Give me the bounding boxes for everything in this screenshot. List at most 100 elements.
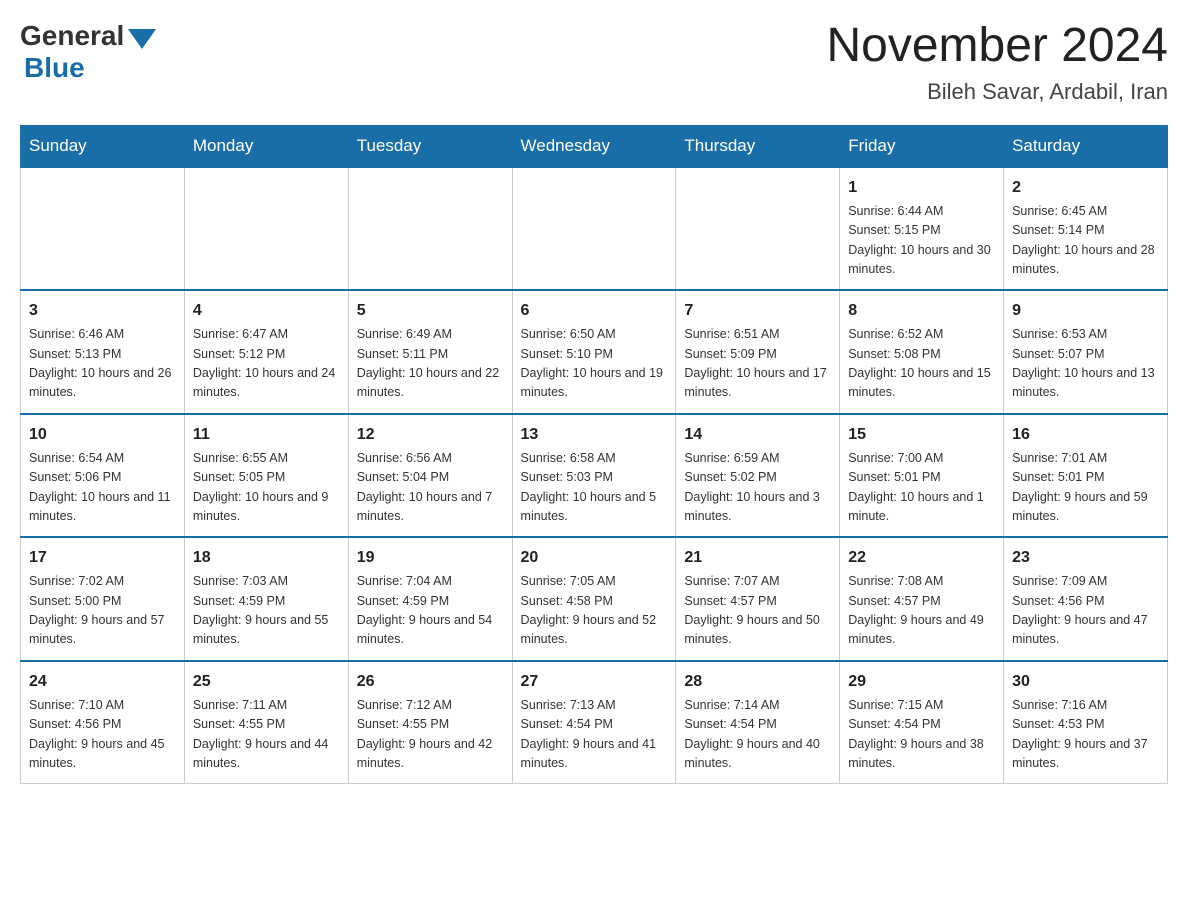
day-info: Sunrise: 6:50 AMSunset: 5:10 PMDaylight:… bbox=[521, 325, 668, 403]
calendar-cell: 27Sunrise: 7:13 AMSunset: 4:54 PMDayligh… bbox=[512, 661, 676, 784]
day-number: 20 bbox=[521, 546, 668, 570]
day-info: Sunrise: 7:09 AMSunset: 4:56 PMDaylight:… bbox=[1012, 572, 1159, 650]
calendar-cell: 1Sunrise: 6:44 AMSunset: 5:15 PMDaylight… bbox=[840, 167, 1004, 291]
day-info: Sunrise: 6:52 AMSunset: 5:08 PMDaylight:… bbox=[848, 325, 995, 403]
weekday-header-tuesday: Tuesday bbox=[348, 125, 512, 167]
day-number: 27 bbox=[521, 670, 668, 694]
day-info: Sunrise: 7:01 AMSunset: 5:01 PMDaylight:… bbox=[1012, 449, 1159, 527]
calendar-row-1: 1Sunrise: 6:44 AMSunset: 5:15 PMDaylight… bbox=[21, 167, 1168, 291]
day-info: Sunrise: 7:08 AMSunset: 4:57 PMDaylight:… bbox=[848, 572, 995, 650]
logo: General Blue bbox=[20, 20, 156, 84]
day-info: Sunrise: 7:07 AMSunset: 4:57 PMDaylight:… bbox=[684, 572, 831, 650]
day-number: 10 bbox=[29, 423, 176, 447]
day-number: 8 bbox=[848, 299, 995, 323]
calendar-cell: 30Sunrise: 7:16 AMSunset: 4:53 PMDayligh… bbox=[1004, 661, 1168, 784]
weekday-header-friday: Friday bbox=[840, 125, 1004, 167]
calendar-cell: 22Sunrise: 7:08 AMSunset: 4:57 PMDayligh… bbox=[840, 537, 1004, 661]
day-info: Sunrise: 7:10 AMSunset: 4:56 PMDaylight:… bbox=[29, 696, 176, 774]
weekday-header-monday: Monday bbox=[184, 125, 348, 167]
day-number: 15 bbox=[848, 423, 995, 447]
calendar-cell: 26Sunrise: 7:12 AMSunset: 4:55 PMDayligh… bbox=[348, 661, 512, 784]
calendar-cell: 11Sunrise: 6:55 AMSunset: 5:05 PMDayligh… bbox=[184, 414, 348, 538]
day-info: Sunrise: 6:45 AMSunset: 5:14 PMDaylight:… bbox=[1012, 202, 1159, 280]
day-info: Sunrise: 7:02 AMSunset: 5:00 PMDaylight:… bbox=[29, 572, 176, 650]
calendar-cell: 29Sunrise: 7:15 AMSunset: 4:54 PMDayligh… bbox=[840, 661, 1004, 784]
day-info: Sunrise: 6:47 AMSunset: 5:12 PMDaylight:… bbox=[193, 325, 340, 403]
day-info: Sunrise: 6:44 AMSunset: 5:15 PMDaylight:… bbox=[848, 202, 995, 280]
day-info: Sunrise: 7:03 AMSunset: 4:59 PMDaylight:… bbox=[193, 572, 340, 650]
day-number: 18 bbox=[193, 546, 340, 570]
day-info: Sunrise: 6:49 AMSunset: 5:11 PMDaylight:… bbox=[357, 325, 504, 403]
day-info: Sunrise: 7:05 AMSunset: 4:58 PMDaylight:… bbox=[521, 572, 668, 650]
calendar-cell: 18Sunrise: 7:03 AMSunset: 4:59 PMDayligh… bbox=[184, 537, 348, 661]
day-info: Sunrise: 7:14 AMSunset: 4:54 PMDaylight:… bbox=[684, 696, 831, 774]
weekday-header-sunday: Sunday bbox=[21, 125, 185, 167]
calendar-cell: 23Sunrise: 7:09 AMSunset: 4:56 PMDayligh… bbox=[1004, 537, 1168, 661]
day-info: Sunrise: 6:59 AMSunset: 5:02 PMDaylight:… bbox=[684, 449, 831, 527]
calendar-cell: 7Sunrise: 6:51 AMSunset: 5:09 PMDaylight… bbox=[676, 290, 840, 414]
logo-general-text: General bbox=[20, 20, 124, 52]
day-number: 19 bbox=[357, 546, 504, 570]
day-info: Sunrise: 6:53 AMSunset: 5:07 PMDaylight:… bbox=[1012, 325, 1159, 403]
day-number: 4 bbox=[193, 299, 340, 323]
calendar-cell: 20Sunrise: 7:05 AMSunset: 4:58 PMDayligh… bbox=[512, 537, 676, 661]
title-section: November 2024 Bileh Savar, Ardabil, Iran bbox=[826, 20, 1168, 105]
day-number: 30 bbox=[1012, 670, 1159, 694]
day-number: 2 bbox=[1012, 176, 1159, 200]
day-number: 1 bbox=[848, 176, 995, 200]
month-title: November 2024 bbox=[826, 20, 1168, 73]
day-info: Sunrise: 6:54 AMSunset: 5:06 PMDaylight:… bbox=[29, 449, 176, 527]
day-number: 26 bbox=[357, 670, 504, 694]
calendar-cell: 25Sunrise: 7:11 AMSunset: 4:55 PMDayligh… bbox=[184, 661, 348, 784]
day-number: 29 bbox=[848, 670, 995, 694]
day-info: Sunrise: 6:55 AMSunset: 5:05 PMDaylight:… bbox=[193, 449, 340, 527]
page-header: General Blue November 2024 Bileh Savar, … bbox=[20, 20, 1168, 105]
calendar-row-2: 3Sunrise: 6:46 AMSunset: 5:13 PMDaylight… bbox=[21, 290, 1168, 414]
day-info: Sunrise: 6:56 AMSunset: 5:04 PMDaylight:… bbox=[357, 449, 504, 527]
weekday-header-wednesday: Wednesday bbox=[512, 125, 676, 167]
day-number: 21 bbox=[684, 546, 831, 570]
calendar-cell: 9Sunrise: 6:53 AMSunset: 5:07 PMDaylight… bbox=[1004, 290, 1168, 414]
day-info: Sunrise: 7:11 AMSunset: 4:55 PMDaylight:… bbox=[193, 696, 340, 774]
day-info: Sunrise: 7:12 AMSunset: 4:55 PMDaylight:… bbox=[357, 696, 504, 774]
calendar-cell: 6Sunrise: 6:50 AMSunset: 5:10 PMDaylight… bbox=[512, 290, 676, 414]
calendar-cell: 15Sunrise: 7:00 AMSunset: 5:01 PMDayligh… bbox=[840, 414, 1004, 538]
calendar-cell: 4Sunrise: 6:47 AMSunset: 5:12 PMDaylight… bbox=[184, 290, 348, 414]
calendar-cell: 2Sunrise: 6:45 AMSunset: 5:14 PMDaylight… bbox=[1004, 167, 1168, 291]
logo-blue-text: Blue bbox=[24, 52, 85, 84]
calendar-cell: 21Sunrise: 7:07 AMSunset: 4:57 PMDayligh… bbox=[676, 537, 840, 661]
day-number: 13 bbox=[521, 423, 668, 447]
day-number: 14 bbox=[684, 423, 831, 447]
weekday-header-saturday: Saturday bbox=[1004, 125, 1168, 167]
day-number: 12 bbox=[357, 423, 504, 447]
calendar-cell bbox=[184, 167, 348, 291]
day-number: 28 bbox=[684, 670, 831, 694]
calendar-cell: 17Sunrise: 7:02 AMSunset: 5:00 PMDayligh… bbox=[21, 537, 185, 661]
calendar-row-4: 17Sunrise: 7:02 AMSunset: 5:00 PMDayligh… bbox=[21, 537, 1168, 661]
day-info: Sunrise: 6:58 AMSunset: 5:03 PMDaylight:… bbox=[521, 449, 668, 527]
day-info: Sunrise: 7:15 AMSunset: 4:54 PMDaylight:… bbox=[848, 696, 995, 774]
day-number: 5 bbox=[357, 299, 504, 323]
calendar-cell bbox=[21, 167, 185, 291]
day-number: 16 bbox=[1012, 423, 1159, 447]
calendar-cell: 8Sunrise: 6:52 AMSunset: 5:08 PMDaylight… bbox=[840, 290, 1004, 414]
day-number: 17 bbox=[29, 546, 176, 570]
day-info: Sunrise: 7:04 AMSunset: 4:59 PMDaylight:… bbox=[357, 572, 504, 650]
day-info: Sunrise: 7:16 AMSunset: 4:53 PMDaylight:… bbox=[1012, 696, 1159, 774]
day-info: Sunrise: 7:13 AMSunset: 4:54 PMDaylight:… bbox=[521, 696, 668, 774]
weekday-header-row: SundayMondayTuesdayWednesdayThursdayFrid… bbox=[21, 125, 1168, 167]
day-info: Sunrise: 7:00 AMSunset: 5:01 PMDaylight:… bbox=[848, 449, 995, 527]
day-info: Sunrise: 6:51 AMSunset: 5:09 PMDaylight:… bbox=[684, 325, 831, 403]
calendar-cell: 14Sunrise: 6:59 AMSunset: 5:02 PMDayligh… bbox=[676, 414, 840, 538]
day-number: 11 bbox=[193, 423, 340, 447]
day-number: 9 bbox=[1012, 299, 1159, 323]
day-info: Sunrise: 6:46 AMSunset: 5:13 PMDaylight:… bbox=[29, 325, 176, 403]
weekday-header-thursday: Thursday bbox=[676, 125, 840, 167]
day-number: 22 bbox=[848, 546, 995, 570]
calendar-table: SundayMondayTuesdayWednesdayThursdayFrid… bbox=[20, 125, 1168, 785]
calendar-cell: 10Sunrise: 6:54 AMSunset: 5:06 PMDayligh… bbox=[21, 414, 185, 538]
calendar-row-5: 24Sunrise: 7:10 AMSunset: 4:56 PMDayligh… bbox=[21, 661, 1168, 784]
day-number: 7 bbox=[684, 299, 831, 323]
day-number: 25 bbox=[193, 670, 340, 694]
logo-arrow-icon bbox=[128, 29, 156, 49]
